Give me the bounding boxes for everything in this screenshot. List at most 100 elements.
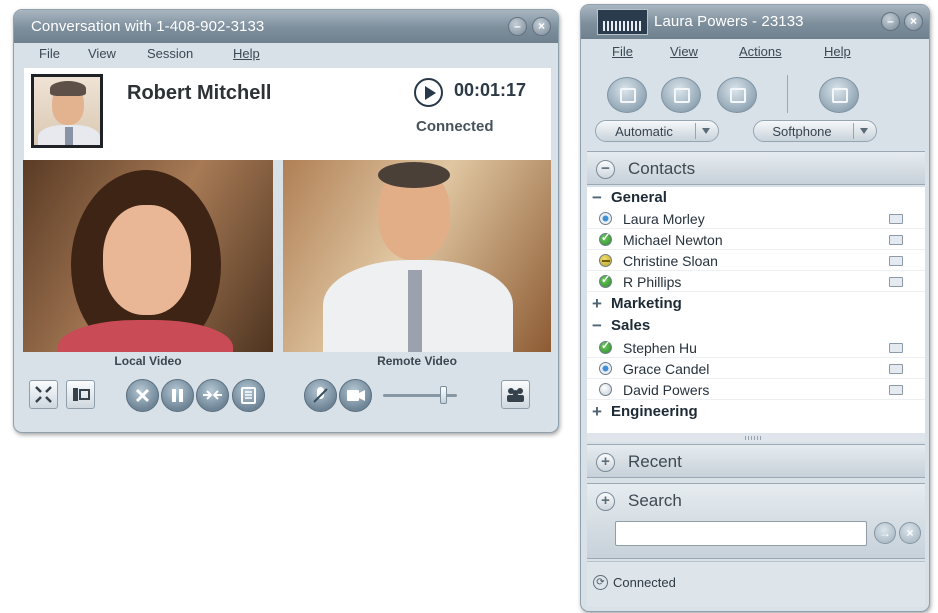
pause-icon — [172, 389, 183, 402]
toolbar-separator — [787, 75, 788, 113]
expand-icon[interactable]: + — [592, 402, 602, 422]
contact-name: R Phillips — [623, 274, 682, 290]
menu-help[interactable]: Help — [233, 46, 260, 61]
contact-row[interactable]: R Phillips — [587, 271, 925, 292]
menu-file[interactable]: File — [39, 46, 60, 61]
search-go-button[interactable]: → — [874, 522, 896, 544]
mute-button[interactable] — [304, 379, 337, 412]
caller-name: Robert Mitchell — [127, 82, 272, 104]
contacts-titlebar[interactable]: Laura Powers - 23133 – × — [581, 5, 929, 39]
contact-row[interactable]: Stephen Hu — [587, 337, 925, 358]
presence-icon — [599, 212, 612, 225]
presence-icon — [599, 254, 612, 267]
end-call-icon — [135, 388, 150, 403]
dialpad-icon — [832, 88, 848, 103]
conversation-titlebar[interactable]: Conversation with 1-408-902-3133 – × — [14, 10, 558, 43]
close-button[interactable]: × — [532, 17, 551, 36]
menu-view[interactable]: View — [670, 44, 698, 59]
menu-view[interactable]: View — [88, 46, 116, 61]
menu-help[interactable]: Help — [824, 44, 851, 59]
email-button[interactable] — [717, 77, 757, 113]
contact-row[interactable]: Grace Candel — [587, 358, 925, 379]
contact-row[interactable]: Michael Newton — [587, 229, 925, 250]
contacts-title: Laura Powers - 23133 — [654, 13, 804, 30]
connection-icon: ⟳ — [593, 575, 608, 590]
phone-icon[interactable] — [889, 256, 903, 266]
envelope-icon — [730, 88, 746, 103]
transfer-button[interactable] — [196, 379, 229, 412]
close-button[interactable]: × — [904, 12, 923, 31]
conversation-menubar: File View Session Help — [14, 43, 558, 65]
end-call-button[interactable] — [126, 379, 159, 412]
expand-icon[interactable]: + — [592, 294, 602, 314]
group-marketing[interactable]: + Marketing — [587, 293, 925, 314]
contacts-window: Laura Powers - 23133 – × File View Actio… — [580, 4, 930, 612]
phone-icon[interactable] — [889, 385, 903, 395]
video-call-button[interactable] — [661, 77, 701, 113]
phone-icon[interactable] — [889, 235, 903, 245]
logo — [597, 9, 648, 35]
email-icon[interactable] — [889, 364, 903, 374]
resize-grip[interactable] — [587, 433, 925, 442]
transfer-icon — [203, 390, 222, 400]
remote-video-label: Remote Video — [377, 354, 457, 368]
video-call-icon — [674, 88, 690, 103]
menu-session[interactable]: Session — [147, 46, 193, 61]
presence-icon — [599, 339, 612, 354]
video-toggle-button[interactable] — [339, 379, 372, 412]
contact-name: Christine Sloan — [623, 253, 718, 269]
mute-icon — [313, 387, 328, 403]
group-general[interactable]: − General — [587, 187, 925, 208]
group-name: General — [611, 189, 667, 206]
caller-avatar — [31, 74, 103, 148]
keypad-button[interactable] — [232, 379, 265, 412]
contact-row[interactable]: Christine Sloan — [587, 250, 925, 271]
chevron-down-icon — [695, 123, 715, 139]
local-video — [23, 160, 273, 352]
minimize-button[interactable]: – — [881, 12, 900, 31]
contact-row[interactable]: David Powers — [587, 379, 925, 400]
presence-icon — [599, 362, 612, 375]
video-layout-icon — [73, 388, 90, 401]
participants-button[interactable] — [501, 380, 530, 409]
search-clear-button[interactable]: × — [899, 522, 921, 544]
call-toolbar — [14, 370, 558, 425]
call-button[interactable] — [607, 77, 647, 113]
expand-icon[interactable]: + — [596, 453, 615, 472]
contact-list: − General Laura Morley Michael Newton Ch… — [587, 187, 925, 433]
conversation-window: Conversation with 1-408-902-3133 – × Fil… — [13, 9, 559, 433]
status-bar: ⟳ Connected — [587, 561, 925, 607]
caller-panel: Robert Mitchell 00:01:17 Connected — [24, 68, 551, 160]
compact-view-button[interactable] — [29, 380, 58, 409]
contact-name: Stephen Hu — [623, 340, 697, 356]
presence-icon — [599, 273, 612, 288]
hold-button[interactable] — [161, 379, 194, 412]
group-engineering[interactable]: + Engineering — [587, 401, 925, 422]
menu-file[interactable]: File — [612, 44, 633, 59]
minimize-button[interactable]: – — [508, 17, 527, 36]
email-icon[interactable] — [889, 277, 903, 287]
presence-icon — [599, 231, 612, 246]
local-video-label: Local Video — [114, 354, 182, 368]
device-dropdown[interactable]: Softphone — [753, 120, 877, 142]
volume-slider-thumb[interactable] — [440, 386, 448, 404]
email-icon[interactable] — [889, 214, 903, 224]
dialpad-button[interactable] — [819, 77, 859, 113]
phone-icon[interactable] — [889, 343, 903, 353]
collapse-icon[interactable]: − — [592, 316, 602, 336]
group-sales[interactable]: − Sales — [587, 315, 925, 336]
collapse-icon[interactable]: − — [596, 160, 615, 179]
contacts-section-header[interactable]: − Contacts — [587, 151, 925, 185]
video-layout-button[interactable] — [66, 380, 95, 409]
connection-status: Connected — [613, 575, 676, 590]
menu-actions[interactable]: Actions — [739, 44, 782, 59]
recent-section-header[interactable]: + Recent — [587, 444, 925, 478]
presence-dropdown[interactable]: Automatic — [595, 120, 719, 142]
collapse-icon[interactable]: − — [592, 188, 602, 208]
contacts-section-title: Contacts — [628, 159, 696, 178]
compact-icon — [35, 386, 52, 403]
play-icon[interactable] — [414, 78, 443, 107]
expand-icon[interactable]: + — [596, 492, 615, 511]
search-input[interactable] — [615, 521, 867, 546]
contact-row[interactable]: Laura Morley — [587, 208, 925, 229]
